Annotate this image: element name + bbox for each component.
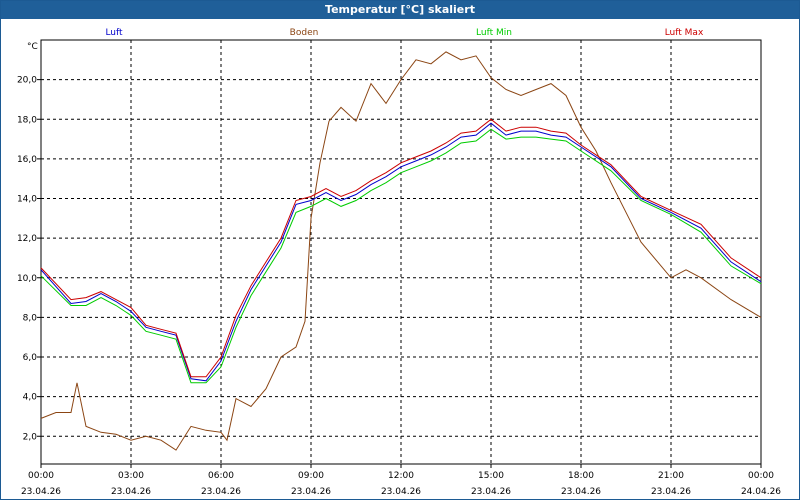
legend-item-luft-max: Luft Max [665,28,704,38]
chart-window: Temperatur [°C] skaliert 2,0 4,0 6,0 8,0 10,… [0,0,800,500]
x-tick-time-label: 06:00 [208,471,234,481]
x-tick-date-label: 24.04.26 [741,487,781,497]
x-tick-date-label: 23.04.26 [381,487,421,497]
grid-lines [41,40,761,464]
x-tick-time-label: 18:00 [568,471,594,481]
x-tick-time-label: 03:00 [118,471,144,481]
y-tick-label: 12,0 [17,234,37,244]
y-tick-label: 10,0 [17,274,37,284]
y-tick-labels: 2,0 4,0 6,0 8,0 10,0 12,0 14,0 16,0 18,0 20,0 [17,76,41,442]
x-tick-time-label: 00:00 [28,471,54,481]
y-tick-label: 14,0 [17,195,37,205]
y-tick-label: 8,0 [23,313,38,323]
y-tick-label: 4,0 [23,393,38,403]
x-tick-date-label: 23.04.26 [651,487,691,497]
x-tick-date-label: 23.04.26 [561,487,601,497]
x-tick-labels: 00:00 23.04.26 03:00 23.04.26 06:00 23.04.26 0… [21,464,781,497]
x-tick-time-label: 09:00 [298,471,324,481]
legend-item-boden: Boden [290,28,319,38]
x-tick-time-label: 15:00 [478,471,504,481]
x-tick-date-label: 23.04.26 [21,487,61,497]
y-tick-label: 18,0 [17,115,37,125]
y-tick-label: 20,0 [17,76,37,86]
x-tick-date-label: 23.04.26 [111,487,151,497]
legend-item-luft: Luft [105,28,123,38]
x-tick-date-label: 23.04.26 [291,487,331,497]
x-tick-date-label: 23.04.26 [201,487,241,497]
x-tick-time-label: 00:00 [748,471,774,481]
legend: Luft Boden Luft Min Luft Max [105,28,704,38]
x-tick-time-label: 12:00 [388,471,414,481]
legend-item-luft-min: Luft Min [476,28,512,38]
y-tick-label: 2,0 [23,432,38,442]
y-axis-unit-label: °C [27,42,38,52]
temperature-chart: 2,0 4,0 6,0 8,0 10,0 12,0 14,0 16,0 18,0 20,0 00:… [17,28,781,497]
series-line-luft-max [40,118,762,378]
y-tick-label: 16,0 [17,155,37,165]
y-tick-label: 6,0 [23,353,38,363]
x-tick-date-label: 23.04.26 [471,487,511,497]
x-tick-time-label: 21:00 [658,471,684,481]
